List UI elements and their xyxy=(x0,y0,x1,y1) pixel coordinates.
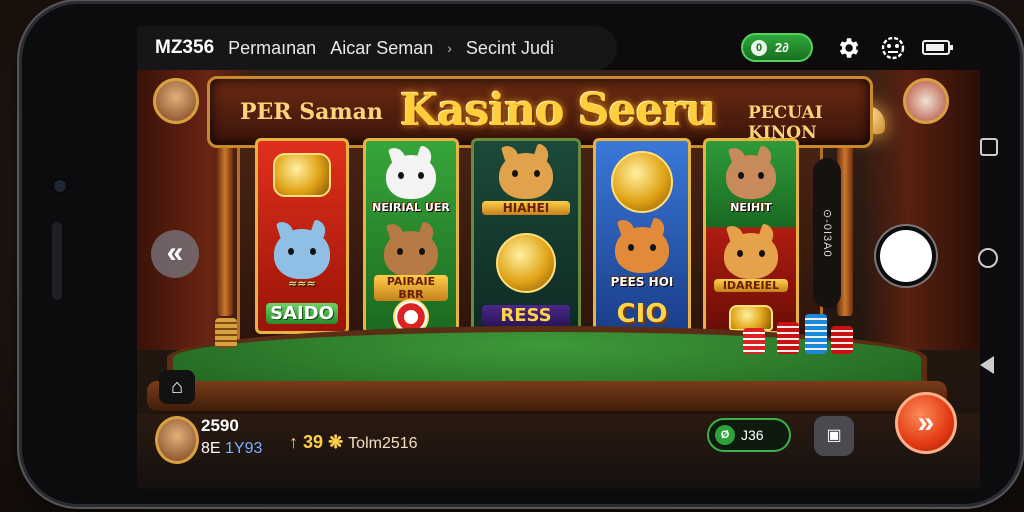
game-card-5[interactable]: NEIHIT IDAREIEL xyxy=(703,138,799,334)
chip-stack-icon xyxy=(743,328,765,354)
bet-display: ↑ 39 ❋ Tolm2516 xyxy=(289,432,418,453)
card-2-mid-label: PAIRAIE BRR xyxy=(374,275,448,301)
spin-button[interactable]: » xyxy=(895,392,957,454)
app-title: MZ356 xyxy=(155,37,215,58)
player-avatar[interactable] xyxy=(153,78,199,124)
bet-symbol-icon: ❋ xyxy=(328,432,344,452)
gift-icon[interactable] xyxy=(903,78,949,124)
chip-stack-icon-5 xyxy=(215,318,237,348)
chip-stack-icon-4 xyxy=(831,326,853,354)
chevron-right-icon: › xyxy=(447,40,452,56)
tab-secint-judi[interactable]: Secint Judi xyxy=(466,38,554,59)
card-5-top-label: NEIHIT xyxy=(730,201,772,214)
card-3-top-label: HIAHEI xyxy=(482,201,570,215)
card-3-bottom-label: RESS xyxy=(482,305,570,326)
dragon-coin-icon xyxy=(273,153,331,197)
card-1-bottom-label: SAIDO xyxy=(266,303,338,324)
top-bar: MZ356 Permaınan Aicar Seman › Secint Jud… xyxy=(137,26,980,70)
coin-balance-pill[interactable]: 0 2∂ xyxy=(741,33,813,62)
game-controller-icon[interactable] xyxy=(879,35,905,61)
auto-play-button[interactable]: ▣ xyxy=(814,416,854,456)
coin-balance-value: 2∂ xyxy=(775,40,789,55)
game-screen: PER Saman Kasino Seeru PECUAI KINON ≈≈≈ … xyxy=(137,26,980,489)
game-title: Kasino Seeru xyxy=(400,85,717,136)
shiba-dog-icon xyxy=(499,153,553,199)
game-card-2[interactable]: NEIRIAL UER PAIRAIE BRR xyxy=(363,138,459,334)
balance-sub: 8E 1Y93 xyxy=(201,440,263,457)
card-4-mid-label: PEES HOI xyxy=(610,275,674,289)
camera-shutter-button[interactable] xyxy=(880,230,932,282)
home-icon[interactable]: ⌂ xyxy=(159,370,195,404)
banner-left-text: PER Saman xyxy=(240,99,383,125)
front-camera-icon xyxy=(54,180,66,192)
back-nav-icon[interactable] xyxy=(980,356,994,374)
bet-value: 39 xyxy=(303,432,324,452)
tab-aicar-seman[interactable]: Aicar Seman xyxy=(330,38,433,59)
tab-bar: MZ356 Permaınan Aicar Seman › Secint Jud… xyxy=(137,26,617,70)
fox-icon xyxy=(615,227,669,273)
gold-coin-stack-icon xyxy=(496,233,556,293)
bet-sub-value: Tolm2516 xyxy=(348,435,418,452)
blue-cat-icon xyxy=(274,229,330,279)
settings-gear-icon[interactable] xyxy=(835,35,861,61)
card-5-mid-label: IDAREIEL xyxy=(714,279,788,292)
win-amount-pill[interactable]: Ø J36 xyxy=(707,418,791,452)
brown-dog-icon xyxy=(384,231,438,277)
card-2-top-label: NEIRIAL UER xyxy=(372,201,450,214)
tab-permainan[interactable]: Permaınan xyxy=(228,38,316,59)
speaker-slot xyxy=(52,222,62,300)
home-nav-icon[interactable] xyxy=(978,248,998,268)
balance-main: 2590 xyxy=(201,416,239,435)
coin-icon: 0 xyxy=(751,39,767,56)
white-cat-icon xyxy=(386,155,436,199)
side-menu-strip[interactable]: ⊙-0I3A0 xyxy=(813,158,841,308)
user-profile-avatar[interactable] xyxy=(155,416,199,464)
win-coin-icon: Ø xyxy=(715,425,735,445)
card-4-bottom-label: CIO xyxy=(616,299,668,329)
table-rim xyxy=(147,381,947,411)
game-card-1[interactable]: ≈≈≈ SAIDO xyxy=(255,138,349,334)
bet-arrow-icon: ↑ xyxy=(289,432,298,452)
card-1-mid-label: ≈≈≈ xyxy=(288,277,316,290)
back-arrow-button[interactable]: « xyxy=(151,230,199,278)
chip-stack-icon-2 xyxy=(777,322,799,354)
battery-icon xyxy=(922,40,953,55)
win-amount-value: J36 xyxy=(741,427,764,443)
chip-stack-icon-3 xyxy=(805,314,827,354)
hamster-icon xyxy=(726,155,776,199)
phone-frame: PER Saman Kasino Seeru PECUAI KINON ≈≈≈ … xyxy=(22,4,1020,504)
left-pillar xyxy=(217,136,233,316)
game-card-3[interactable]: HIAHEI RESS xyxy=(471,138,581,334)
game-card-4[interactable]: PEES HOI CIO xyxy=(593,138,691,334)
banner-right-text: PECUAI KINON xyxy=(748,103,823,143)
recent-apps-icon[interactable] xyxy=(980,138,998,156)
shiba-dog-icon-2 xyxy=(724,233,778,279)
lion-coin-icon xyxy=(611,151,673,213)
